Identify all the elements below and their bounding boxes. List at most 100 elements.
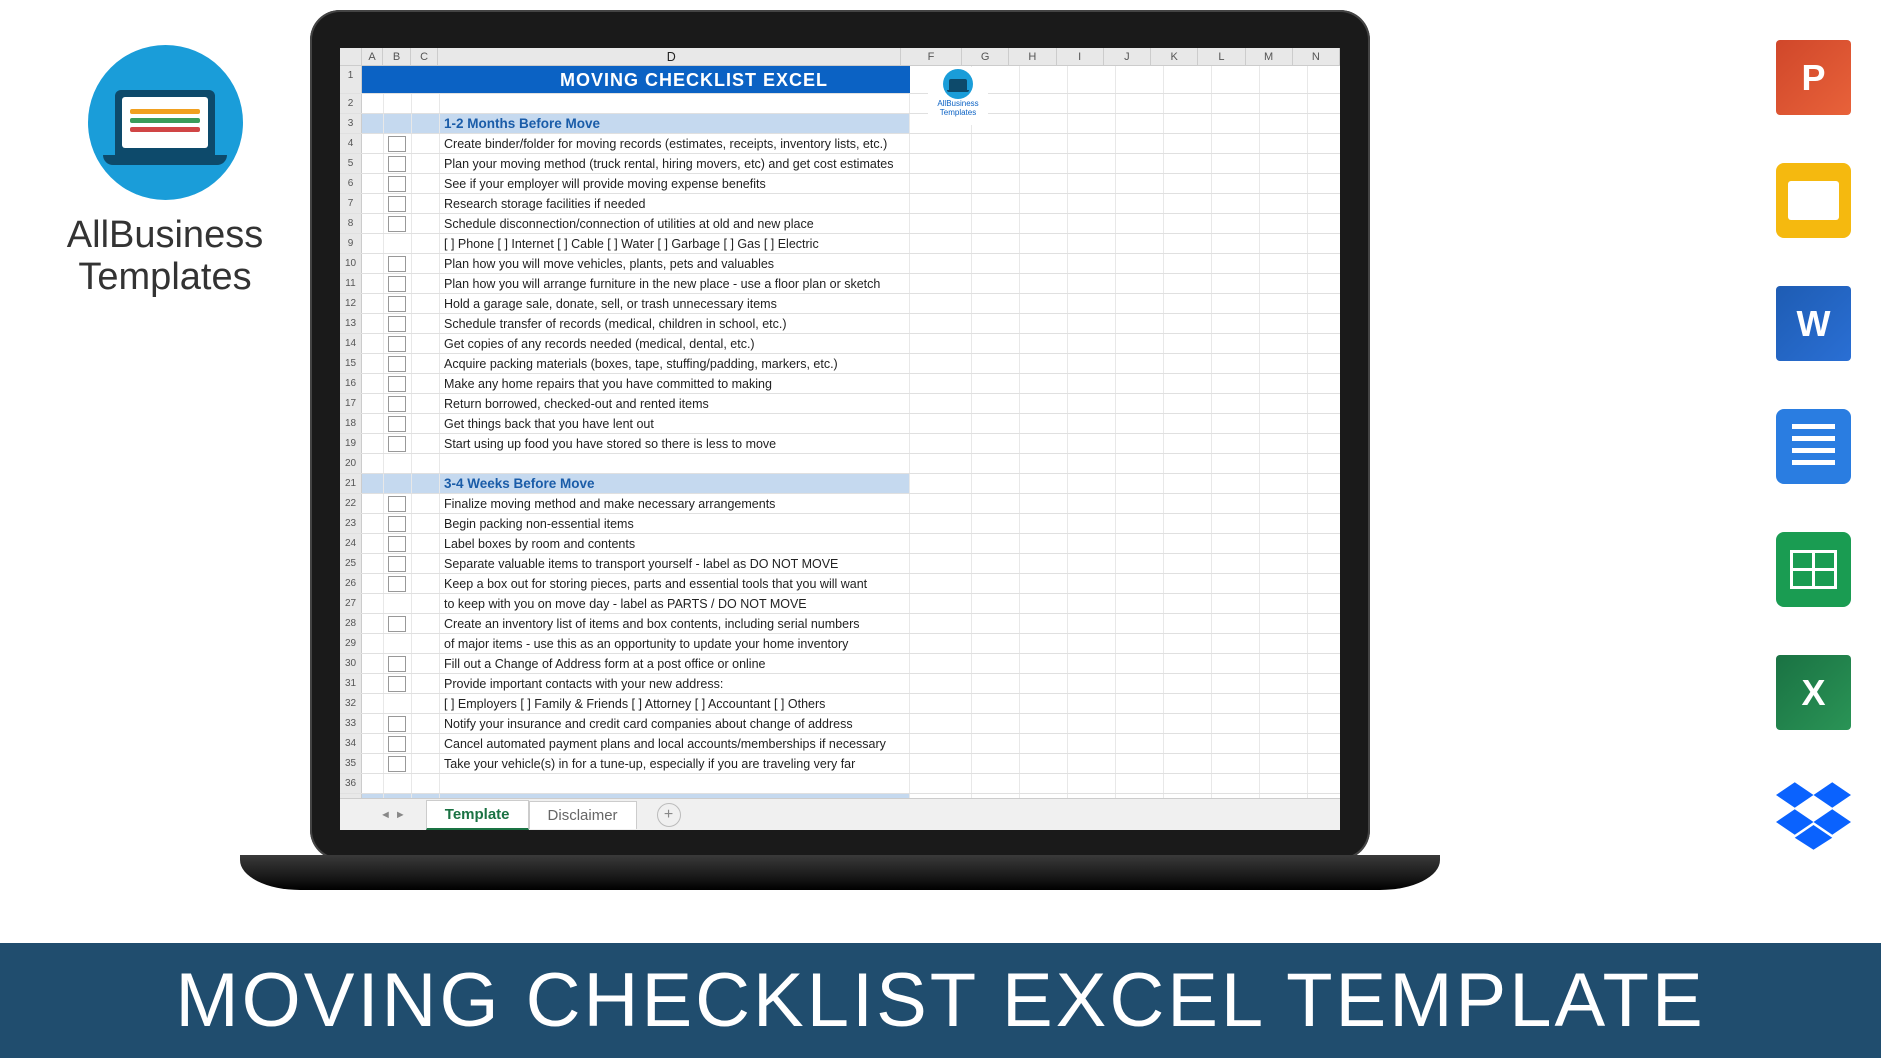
- row-number[interactable]: 19: [340, 434, 362, 453]
- table-row[interactable]: 11 Plan how you will arrange furniture in…: [340, 274, 1340, 294]
- table-row[interactable]: 31Provide important contacts with your n…: [340, 674, 1340, 694]
- cell-text[interactable]: Begin packing non-essential items: [440, 514, 910, 533]
- cell-text[interactable]: MOVING CHECKLIST EXCEL: [440, 66, 910, 93]
- col-header[interactable]: M: [1246, 48, 1293, 65]
- checkbox-cell[interactable]: [384, 654, 412, 673]
- cell-text[interactable]: Finalize moving method and make necessar…: [440, 494, 910, 513]
- table-row[interactable]: 24Label boxes by room and contents: [340, 534, 1340, 554]
- row-number[interactable]: 21: [340, 474, 362, 493]
- row-number[interactable]: 8: [340, 214, 362, 233]
- checkbox-cell[interactable]: [384, 614, 412, 633]
- cell-text[interactable]: [440, 94, 910, 113]
- table-row[interactable]: 21 3-4 Weeks Before Move: [340, 474, 1340, 494]
- table-row[interactable]: 17Return borrowed, checked-out and rente…: [340, 394, 1340, 414]
- table-row[interactable]: 36: [340, 774, 1340, 794]
- checkbox-cell[interactable]: [384, 274, 412, 293]
- row-number[interactable]: 6: [340, 174, 362, 193]
- table-row[interactable]: 13 Schedule transfer of records (medical,…: [340, 314, 1340, 334]
- cell-text[interactable]: Make any home repairs that you have comm…: [440, 374, 910, 393]
- table-row[interactable]: 19Start using up food you have stored so…: [340, 434, 1340, 454]
- table-row[interactable]: 33Notify your insurance and credit card …: [340, 714, 1340, 734]
- table-row[interactable]: 32 [ ] Employers [ ] Family & Friends [ …: [340, 694, 1340, 714]
- row-number[interactable]: 11: [340, 274, 362, 293]
- table-row[interactable]: 34Cancel automated payment plans and loc…: [340, 734, 1340, 754]
- checkbox-cell[interactable]: [384, 434, 412, 453]
- grid-body[interactable]: 1MOVING CHECKLIST EXCEL231-2 Months Befo…: [340, 66, 1340, 798]
- col-header[interactable]: F: [901, 48, 962, 65]
- table-row[interactable]: 20: [340, 454, 1340, 474]
- table-row[interactable]: 26 Keep a box out for storing pieces, par…: [340, 574, 1340, 594]
- cell-text[interactable]: Get things back that you have lent out: [440, 414, 910, 433]
- cell-text[interactable]: See if your employer will provide moving…: [440, 174, 910, 193]
- cell-text[interactable]: Get copies of any records needed (medica…: [440, 334, 910, 353]
- table-row[interactable]: 18Get things back that you have lent out: [340, 414, 1340, 434]
- checkbox-cell[interactable]: [384, 714, 412, 733]
- checkbox-cell[interactable]: [384, 314, 412, 333]
- row-number[interactable]: 12: [340, 294, 362, 313]
- tab-disclaimer[interactable]: Disclaimer: [529, 801, 637, 829]
- col-header[interactable]: B: [383, 48, 411, 65]
- table-row[interactable]: 23 Begin packing non-essential items: [340, 514, 1340, 534]
- tab-template[interactable]: Template: [426, 800, 529, 830]
- add-sheet-button[interactable]: +: [657, 803, 681, 827]
- checkbox-cell[interactable]: [384, 674, 412, 693]
- row-number[interactable]: 7: [340, 194, 362, 213]
- cell-text[interactable]: [ ] Employers [ ] Family & Friends [ ] A…: [440, 694, 910, 713]
- cell-text[interactable]: Fill out a Change of Address form at a p…: [440, 654, 910, 673]
- col-header[interactable]: I: [1057, 48, 1104, 65]
- cell-text[interactable]: Create an inventory list of items and bo…: [440, 614, 910, 633]
- cell-text[interactable]: Schedule transfer of records (medical, c…: [440, 314, 910, 333]
- checkbox-cell[interactable]: [384, 174, 412, 193]
- row-number[interactable]: 14: [340, 334, 362, 353]
- row-number[interactable]: 3: [340, 114, 362, 133]
- col-header[interactable]: D: [438, 48, 901, 65]
- row-number[interactable]: 20: [340, 454, 362, 473]
- checkbox-cell[interactable]: [384, 214, 412, 233]
- row-number[interactable]: 4: [340, 134, 362, 153]
- col-header[interactable]: L: [1198, 48, 1245, 65]
- table-row[interactable]: 10Plan how you will move vehicles, plant…: [340, 254, 1340, 274]
- row-number[interactable]: 31: [340, 674, 362, 693]
- table-row[interactable]: 27to keep with you on move day - label a…: [340, 594, 1340, 614]
- cell-text[interactable]: 3-4 Weeks Before Move: [440, 474, 910, 493]
- tab-nav[interactable]: ◄►: [380, 809, 406, 821]
- row-number[interactable]: 34: [340, 734, 362, 753]
- row-number[interactable]: 26: [340, 574, 362, 593]
- checkbox-cell[interactable]: [384, 354, 412, 373]
- row-number[interactable]: 28: [340, 614, 362, 633]
- checkbox-cell[interactable]: [384, 194, 412, 213]
- table-row[interactable]: 6 See if your employer will provide movin…: [340, 174, 1340, 194]
- row-number[interactable]: 17: [340, 394, 362, 413]
- row-number[interactable]: 27: [340, 594, 362, 613]
- row-number[interactable]: 23: [340, 514, 362, 533]
- table-row[interactable]: 25Separate valuable items to transport y…: [340, 554, 1340, 574]
- cell-text[interactable]: Keep a box out for storing pieces, parts…: [440, 574, 910, 593]
- cell-text[interactable]: Plan your moving method (truck rental, h…: [440, 154, 910, 173]
- col-header[interactable]: G: [962, 48, 1009, 65]
- cell-text[interactable]: Acquire packing materials (boxes, tape, …: [440, 354, 910, 373]
- cell-text[interactable]: Notify your insurance and credit card co…: [440, 714, 910, 733]
- table-row[interactable]: 14 Get copies of any records needed (medi…: [340, 334, 1340, 354]
- table-row[interactable]: 9 [ ] Phone [ ] Internet [ ] Cable [ ] W…: [340, 234, 1340, 254]
- row-number[interactable]: 32: [340, 694, 362, 713]
- cell-text[interactable]: Research storage facilities if needed: [440, 194, 910, 213]
- checkbox-cell[interactable]: [384, 154, 412, 173]
- table-row[interactable]: 7 Research storage facilities if needed: [340, 194, 1340, 214]
- row-number[interactable]: 5: [340, 154, 362, 173]
- checkbox-cell[interactable]: [384, 134, 412, 153]
- checkbox-cell[interactable]: [384, 754, 412, 773]
- cell-text[interactable]: Plan how you will arrange furniture in t…: [440, 274, 910, 293]
- cell-text[interactable]: Hold a garage sale, donate, sell, or tra…: [440, 294, 910, 313]
- checkbox-cell[interactable]: [384, 574, 412, 593]
- col-header[interactable]: A: [362, 48, 384, 65]
- col-header[interactable]: J: [1104, 48, 1151, 65]
- cell-text[interactable]: [ ] Phone [ ] Internet [ ] Cable [ ] Wat…: [440, 234, 910, 253]
- table-row[interactable]: 5 Plan your moving method (truck rental, …: [340, 154, 1340, 174]
- table-row[interactable]: 1MOVING CHECKLIST EXCEL: [340, 66, 1340, 94]
- col-header[interactable]: N: [1293, 48, 1340, 65]
- col-header[interactable]: H: [1009, 48, 1056, 65]
- row-number[interactable]: 13: [340, 314, 362, 333]
- cell-text[interactable]: [440, 774, 910, 793]
- checkbox-cell[interactable]: [384, 414, 412, 433]
- table-row[interactable]: 28 Create an inventory list of items and …: [340, 614, 1340, 634]
